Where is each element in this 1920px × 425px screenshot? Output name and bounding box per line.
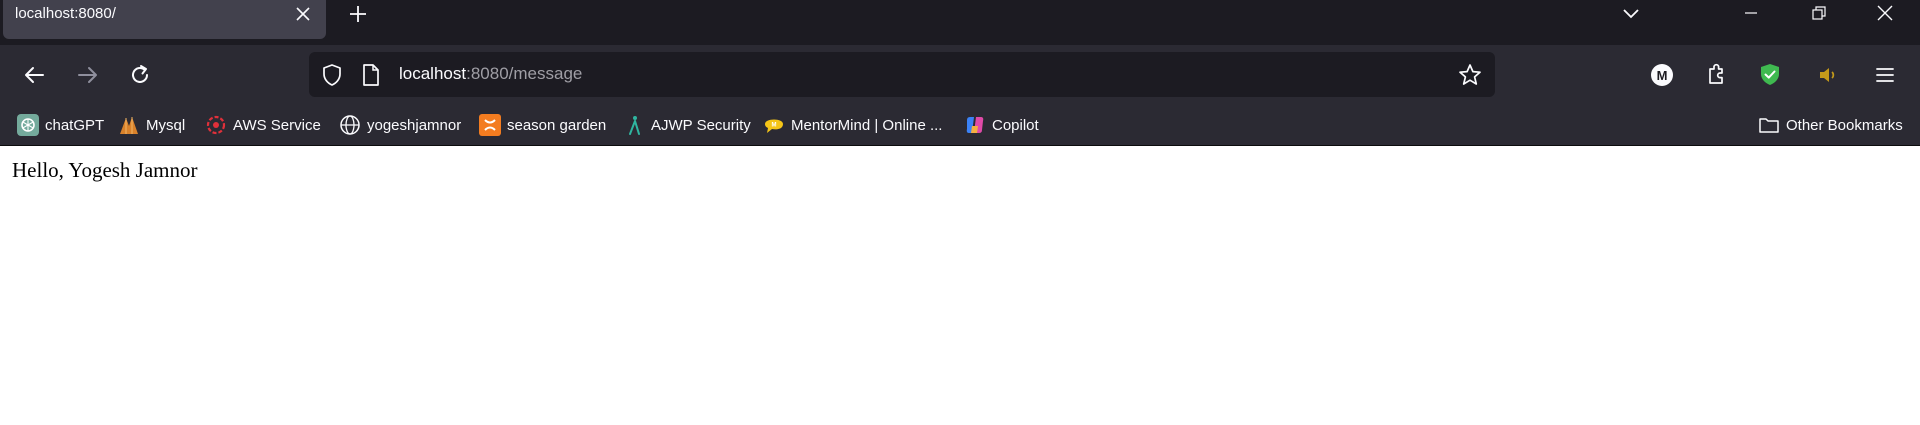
mysql-icon	[120, 117, 138, 134]
bookmarks-toolbar: chatGPT Mysql AWS Service yogeshjamnor s…	[0, 105, 1920, 146]
bookmark-label: AJWP Security	[651, 116, 751, 134]
svg-text:M: M	[772, 123, 777, 129]
tab-strip: localhost:8080/	[0, 0, 1920, 45]
aws-icon	[206, 115, 226, 135]
bookmark-yogeshjamnor[interactable]: yogeshjamnor	[339, 112, 461, 138]
bookmark-copilot[interactable]: Copilot	[964, 112, 1039, 138]
reload-icon[interactable]	[127, 62, 153, 88]
xampp-icon	[479, 114, 501, 136]
bookmark-label: yogeshjamnor	[367, 116, 462, 134]
bookmark-label: season garden	[507, 116, 607, 134]
restore-icon[interactable]	[1808, 2, 1830, 24]
bookmark-star-icon[interactable]	[1457, 62, 1483, 88]
mentormind-icon: M	[765, 119, 783, 133]
active-tab[interactable]: localhost:8080/	[3, 0, 326, 39]
back-arrow-icon[interactable]	[22, 62, 48, 88]
minimize-icon[interactable]	[1740, 2, 1762, 24]
page-content: Hello, Yogesh Jamnor	[0, 146, 1920, 425]
url-host: localhost	[399, 64, 467, 83]
navigation-toolbar: localhost:8080/message M	[0, 45, 1920, 105]
url-path: :8080/message	[466, 64, 583, 83]
menu-hamburger-icon[interactable]	[1870, 60, 1900, 90]
address-bar[interactable]: localhost:8080/message	[309, 52, 1495, 97]
adblock-shield-icon[interactable]	[1755, 60, 1785, 90]
speaker-icon[interactable]	[1813, 60, 1843, 90]
bookmark-mentormind[interactable]: M MentorMind | Online ...	[763, 112, 942, 138]
chevron-down-icon[interactable]	[1620, 2, 1642, 24]
ajwp-icon	[629, 116, 640, 135]
url-text[interactable]: localhost:8080/message	[399, 64, 582, 84]
bookmark-mysql[interactable]: Mysql	[118, 112, 185, 138]
shield-icon[interactable]	[321, 63, 343, 87]
extensions-puzzle-icon[interactable]	[1701, 60, 1731, 90]
account-initial: M	[1657, 68, 1668, 83]
globe-icon	[340, 115, 360, 135]
bookmark-label: AWS Service	[233, 116, 321, 134]
chatgpt-icon	[17, 114, 39, 136]
bookmark-label: MentorMind | Online ...	[791, 116, 943, 134]
bookmark-label: Mysql	[146, 116, 186, 134]
window-close-icon[interactable]	[1873, 1, 1897, 25]
bookmark-aws-service[interactable]: AWS Service	[205, 112, 321, 138]
new-tab-icon[interactable]	[346, 2, 370, 26]
other-bookmarks[interactable]: Other Bookmarks	[1758, 112, 1903, 138]
greeting-message: Hello, Yogesh Jamnor	[12, 158, 198, 182]
copilot-icon	[966, 117, 984, 133]
folder-icon	[1759, 118, 1779, 133]
forward-arrow-icon[interactable]	[74, 62, 100, 88]
tab-title: localhost:8080/	[15, 5, 116, 22]
page-icon[interactable]	[361, 63, 381, 87]
bookmark-chatgpt[interactable]: chatGPT	[17, 112, 104, 138]
bookmark-season-garden[interactable]: season garden	[479, 112, 606, 138]
bookmark-ajwp-security[interactable]: AJWP Security	[623, 112, 751, 138]
tab-close-icon[interactable]	[292, 3, 314, 25]
bookmark-label: Copilot	[992, 116, 1039, 134]
account-avatar-icon[interactable]: M	[1647, 60, 1677, 90]
other-bookmarks-label: Other Bookmarks	[1786, 116, 1903, 134]
bookmark-label: chatGPT	[45, 116, 105, 134]
